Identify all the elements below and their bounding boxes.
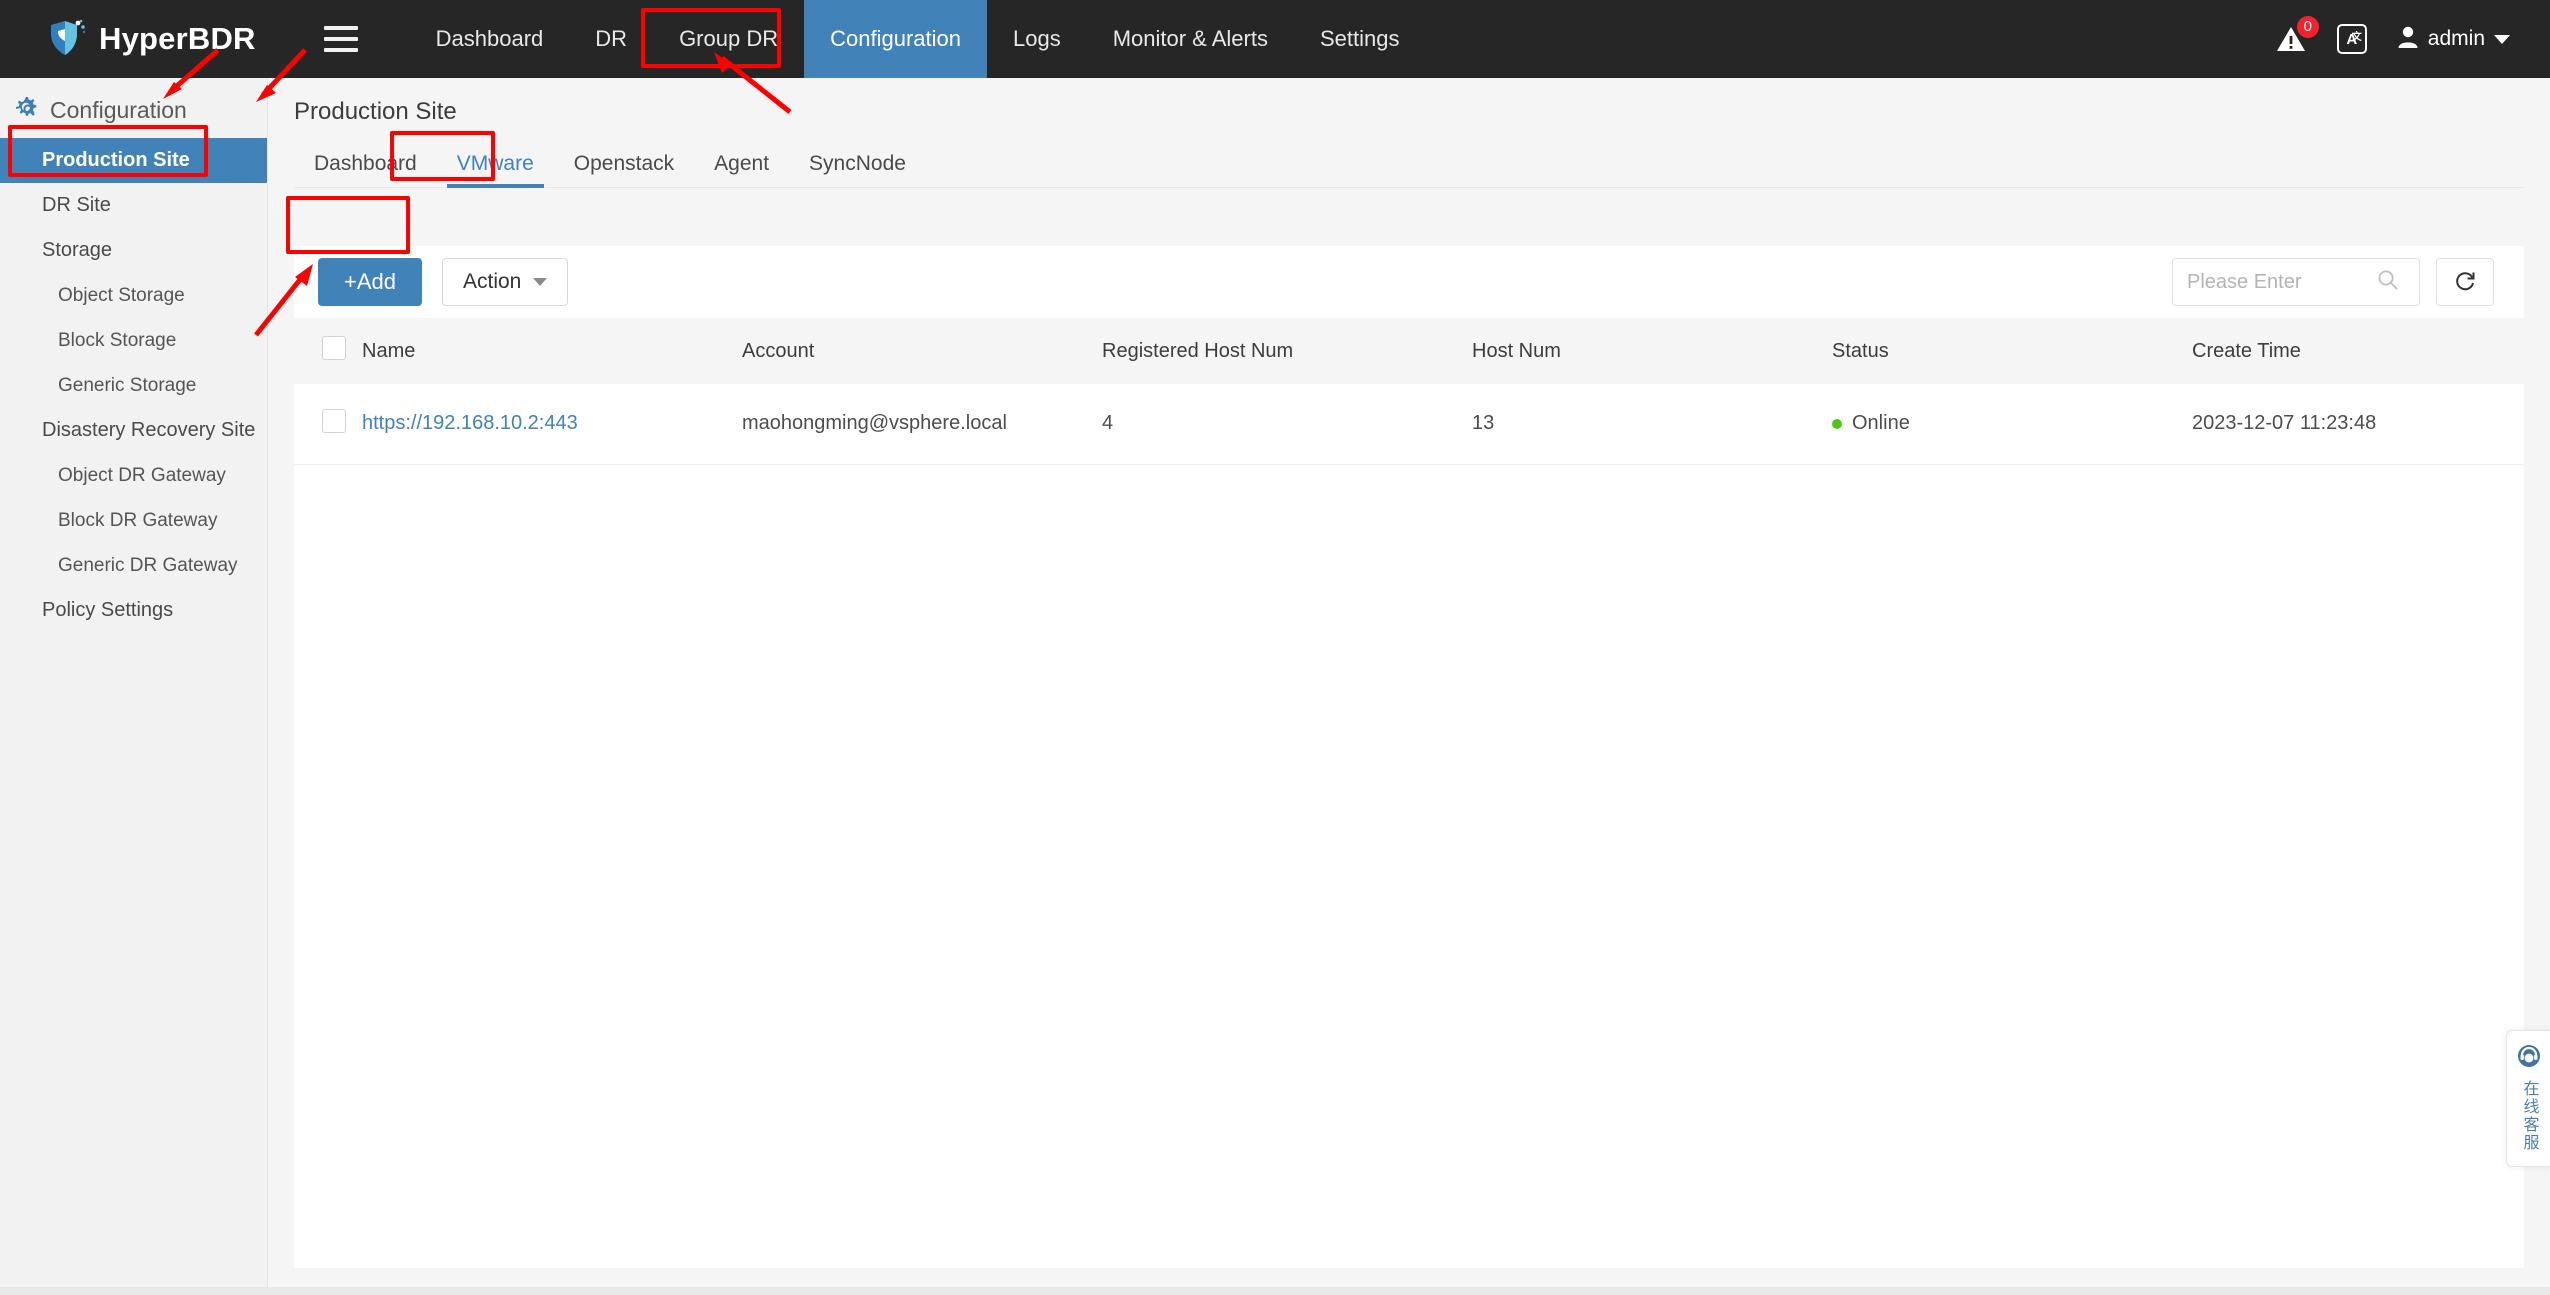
select-all-cell: [294, 318, 358, 384]
user-menu[interactable]: admin: [2397, 25, 2510, 54]
hamburger-icon[interactable]: [323, 26, 358, 52]
cell-status: Online: [1828, 384, 2188, 464]
chevron-down-icon: [2494, 34, 2510, 44]
sidebar-item-object-storage[interactable]: Object Storage: [0, 273, 267, 318]
column-header-account[interactable]: Account: [738, 318, 1098, 384]
sidebar-header: Configuration: [0, 78, 267, 138]
column-header-registered-host-num[interactable]: Registered Host Num: [1098, 318, 1468, 384]
table-panel: +Add Action Please Enter Name Account Re…: [294, 246, 2524, 1268]
bottom-scrollbar[interactable]: [0, 1287, 2550, 1295]
topnav-item-dashboard[interactable]: Dashboard: [410, 0, 570, 78]
tab-syncnode[interactable]: SyncNode: [789, 152, 926, 187]
online-service-widget[interactable]: 在线客服: [2506, 1030, 2550, 1167]
sidebar-item-disaster-recovery-site[interactable]: Disastery Recovery Site: [0, 408, 267, 453]
refresh-button[interactable]: [2436, 258, 2494, 306]
topnav-item-group-dr[interactable]: Group DR: [653, 0, 804, 78]
topnav-item-configuration[interactable]: Configuration: [804, 0, 987, 78]
status-dot-icon: [1832, 418, 1842, 429]
sidebar-item-storage[interactable]: Storage: [0, 228, 267, 273]
toolbar-right-group: [2172, 258, 2494, 306]
tab-dashboard[interactable]: Dashboard: [294, 152, 437, 187]
translate-icon[interactable]: A 文: [2336, 24, 2367, 54]
cell-name: https://192.168.10.2:443: [358, 384, 738, 464]
column-header-host-num[interactable]: Host Num: [1468, 318, 1828, 384]
cell-account: maohongming@vsphere.local: [742, 412, 1007, 435]
warning-triangle-icon[interactable]: 0: [2275, 16, 2319, 55]
column-header-name[interactable]: Name: [358, 318, 738, 384]
chevron-down-icon: [533, 278, 548, 286]
topbar-actions: 0 A 文 admin: [2275, 16, 2510, 55]
brand-name: HyperBDR: [99, 21, 256, 56]
vmware-sites-table: Name Account Registered Host Num Host Nu…: [294, 318, 2524, 465]
tab-bar: Dashboard VMware Openstack Agent SyncNod…: [294, 144, 2524, 188]
user-avatar-icon: [2397, 25, 2419, 54]
table-row[interactable]: https://192.168.10.2:443 maohongming@vsp…: [294, 384, 2524, 464]
cell-create-time: 2023-12-07 11:23:48: [2192, 412, 2377, 435]
sidebar-item-dr-site[interactable]: DR Site: [0, 183, 267, 228]
select-all-checkbox[interactable]: [322, 336, 346, 360]
tab-agent[interactable]: Agent: [694, 152, 789, 187]
gear-search-icon: [13, 94, 39, 126]
sidebar-item-generic-dr-gateway[interactable]: Generic DR Gateway: [0, 543, 267, 588]
top-bar: HyperBDR Dashboard DR Group DR Configura…: [0, 0, 2550, 78]
sidebar-header-label: Configuration: [50, 96, 187, 123]
user-name: admin: [2427, 27, 2485, 50]
translate-sup-glyph: 文: [2351, 32, 2362, 43]
brand-logo[interactable]: HyperBDR: [48, 19, 256, 59]
add-button[interactable]: +Add: [318, 258, 422, 306]
topnav-item-monitor-alerts[interactable]: Monitor & Alerts: [1087, 0, 1294, 78]
sidebar-item-generic-storage[interactable]: Generic Storage: [0, 363, 267, 408]
tab-openstack[interactable]: Openstack: [554, 152, 694, 187]
sidebar-item-block-dr-gateway[interactable]: Block DR Gateway: [0, 498, 267, 543]
headset-support-icon: [2516, 1043, 2542, 1074]
page-title: Production Site: [294, 98, 457, 125]
action-label: Action: [463, 270, 522, 293]
sidebar-item-production-site[interactable]: Production Site: [0, 138, 267, 183]
table-header: Name Account Registered Host Num Host Nu…: [294, 318, 2524, 384]
topnav-item-settings[interactable]: Settings: [1294, 0, 1426, 78]
sidebar: Configuration Production Site DR Site St…: [0, 78, 268, 1295]
cell-registered-host-num: 4: [1102, 412, 1114, 435]
topnav-item-logs[interactable]: Logs: [987, 0, 1087, 78]
main-content: Production Site Dashboard VMware Opensta…: [268, 78, 2550, 1295]
site-link[interactable]: https://192.168.10.2:443: [362, 412, 578, 434]
search-box[interactable]: [2172, 258, 2420, 306]
search-icon[interactable]: [2377, 269, 2399, 296]
top-navigation: Dashboard DR Group DR Configuration Logs…: [410, 0, 1426, 78]
action-dropdown-button[interactable]: Action: [442, 258, 569, 306]
shield-logo-icon: [48, 19, 86, 59]
sidebar-item-policy-settings[interactable]: Policy Settings: [0, 588, 267, 633]
online-service-label: 在线客服: [2520, 1080, 2538, 1152]
refresh-icon: [2453, 269, 2477, 296]
status-badge: Online: [1852, 412, 1910, 435]
row-checkbox[interactable]: [322, 408, 346, 433]
cell-host-num: 13: [1472, 412, 1495, 435]
search-input[interactable]: [2187, 270, 2377, 294]
alert-count-badge: 0: [2296, 16, 2319, 38]
sidebar-item-block-storage[interactable]: Block Storage: [0, 318, 267, 363]
row-select-cell: [294, 384, 358, 464]
tab-vmware[interactable]: VMware: [437, 152, 554, 188]
table-toolbar: +Add Action: [294, 246, 2524, 318]
sidebar-item-object-dr-gateway[interactable]: Object DR Gateway: [0, 453, 267, 498]
column-header-create-time[interactable]: Create Time: [2188, 318, 2524, 384]
column-header-status[interactable]: Status: [1828, 318, 2188, 384]
topnav-item-dr[interactable]: DR: [569, 0, 653, 78]
table-header-row: Name Account Registered Host Num Host Nu…: [294, 318, 2524, 384]
table-body: https://192.168.10.2:443 maohongming@vsp…: [294, 384, 2524, 464]
